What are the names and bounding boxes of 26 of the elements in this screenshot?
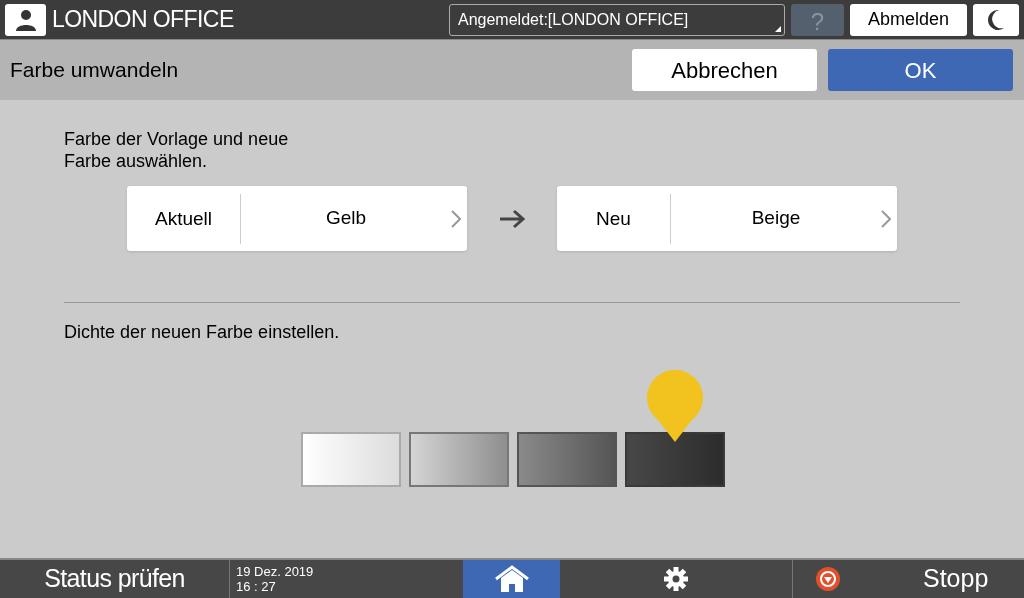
ok-button[interactable]: OK (828, 49, 1013, 91)
density-swatch[interactable] (625, 432, 725, 487)
dropdown-corner-icon (775, 25, 781, 32)
time-text: 16 : 27 (236, 579, 277, 594)
home-icon[interactable] (463, 560, 560, 598)
density-swatch[interactable] (517, 432, 617, 487)
user-icon (5, 3, 46, 36)
moon-icon[interactable] (973, 3, 1019, 36)
density-swatch[interactable] (301, 432, 401, 487)
date-text: 19 Dez. 2019 (236, 564, 315, 579)
density-label: Dichte der neuen Farbe einstellen. (64, 321, 341, 344)
chevron-right-icon (881, 209, 891, 228)
stop-icon (815, 566, 841, 592)
color-selector[interactable]: Aktuell Gelb (127, 186, 467, 251)
stop-button[interactable]: Stopp (793, 560, 1024, 598)
density-swatch[interactable] (409, 432, 509, 487)
status-button[interactable]: Status prüfen (0, 560, 230, 598)
logout-button[interactable]: Abmelden (850, 3, 967, 36)
user-name: LONDON OFFICE (52, 5, 234, 35)
cancel-button[interactable]: Abbrechen (632, 49, 817, 91)
screen-title: Farbe umwandeln (10, 57, 180, 84)
instruction-text: Farbe der Vorlage und neue Farbe auswählen. (64, 128, 290, 172)
selection-pin-icon (646, 370, 704, 443)
chevron-right-icon (451, 209, 461, 228)
login-status-field[interactable]: Angemeldet:[LONDON OFFICE] (449, 3, 785, 36)
color-selector[interactable]: Neu Beige (557, 186, 897, 251)
